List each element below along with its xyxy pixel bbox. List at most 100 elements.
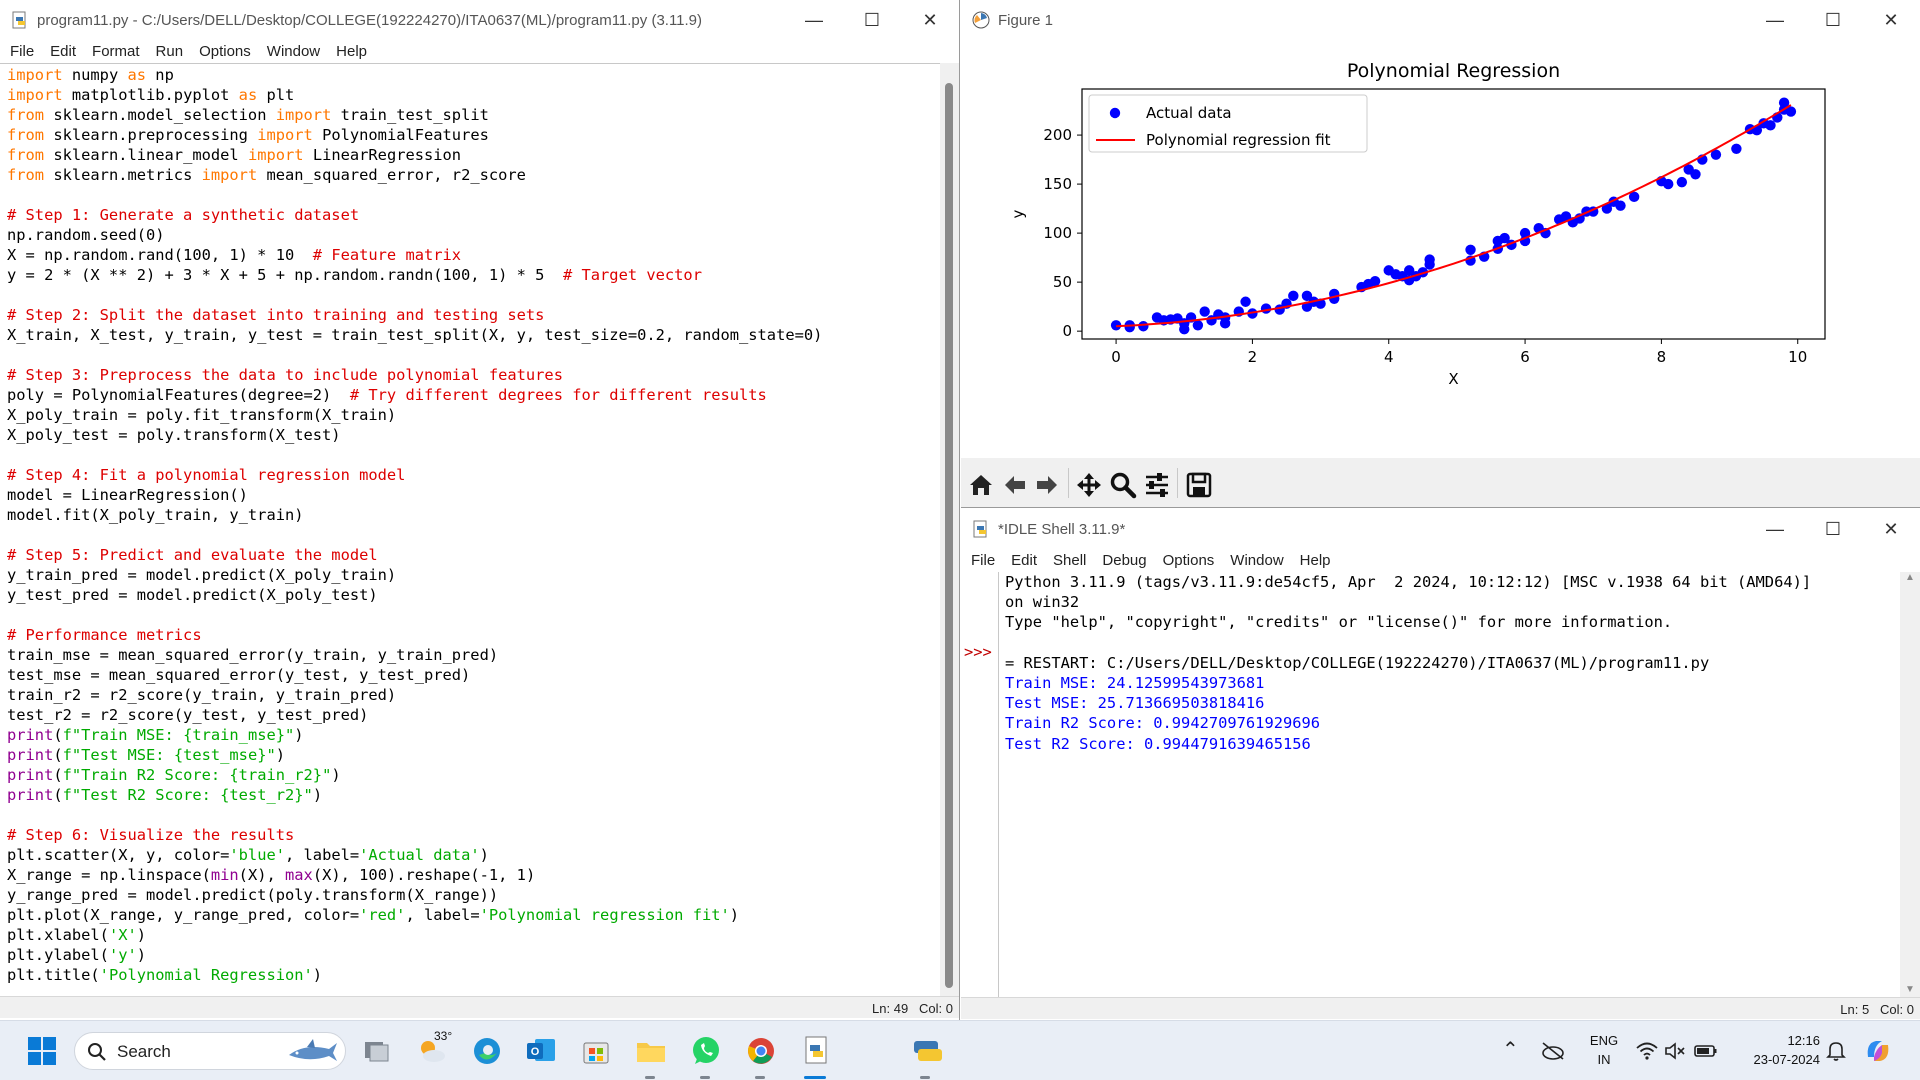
menu-window[interactable]: Window (1230, 552, 1283, 569)
minimize-button[interactable]: — (1746, 0, 1804, 40)
code-line[interactable] (7, 345, 822, 365)
code-line[interactable]: test_r2 = r2_score(y_test, y_test_pred) (7, 705, 822, 725)
battery-icon[interactable] (1694, 1042, 1718, 1060)
maximize-button[interactable]: ☐ (1804, 509, 1862, 549)
code-content[interactable]: import numpy as np import matplotlib.pypl… (7, 65, 822, 985)
notification-bell-icon[interactable] (1826, 1040, 1846, 1062)
code-line[interactable] (7, 185, 822, 205)
weather-widget[interactable]: 33° (412, 1029, 452, 1071)
figure-canvas[interactable]: Polynomial Regression 0 2 4 6 8 10 0 50 100 150 200… (961, 40, 1920, 458)
code-line[interactable]: model.fit(X_poly_train, y_train) (7, 505, 822, 525)
chrome-icon[interactable] (741, 1031, 781, 1071)
code-line[interactable] (7, 445, 822, 465)
editor-text-area[interactable]: import numpy as np import matplotlib.pypl… (0, 63, 940, 996)
clock[interactable]: 12:16 23-07-2024 (1730, 1031, 1821, 1069)
language-indicator[interactable]: ENG IN (1584, 1031, 1624, 1069)
code-line[interactable]: # Step 6: Visualize the results (7, 825, 822, 845)
code-line[interactable]: model = LinearRegression() (7, 485, 822, 505)
code-line[interactable] (7, 605, 822, 625)
whatsapp-icon[interactable] (686, 1031, 726, 1071)
menu-options[interactable]: Options (1163, 552, 1215, 569)
code-line[interactable]: # Step 1: Generate a synthetic dataset (7, 205, 822, 225)
code-line[interactable]: plt.xlabel('X') (7, 925, 822, 945)
code-line[interactable]: np.random.seed(0) (7, 225, 822, 245)
menu-help[interactable]: Help (1300, 552, 1331, 569)
code-line[interactable]: X_range = np.linspace(min(X), max(X), 10… (7, 865, 822, 885)
code-line[interactable] (7, 805, 822, 825)
menu-window[interactable]: Window (267, 43, 320, 60)
task-view-icon[interactable] (356, 1031, 396, 1071)
microsoft-store-icon[interactable] (576, 1031, 616, 1071)
editor-scrollbar[interactable] (940, 63, 959, 996)
code-line[interactable]: test_mse = mean_squared_error(y_test, y_… (7, 665, 822, 685)
menu-format[interactable]: Format (92, 43, 140, 60)
minimize-button[interactable]: — (1746, 509, 1804, 549)
code-line[interactable]: y_train_pred = model.predict(X_poly_trai… (7, 565, 822, 585)
wifi-icon[interactable] (1636, 1041, 1658, 1061)
menu-edit[interactable]: Edit (1011, 552, 1037, 569)
code-line[interactable]: import numpy as np (7, 65, 822, 85)
home-icon[interactable] (967, 471, 995, 499)
code-line[interactable]: # Performance metrics (7, 625, 822, 645)
code-line[interactable]: X = np.random.rand(100, 1) * 10 # Featur… (7, 245, 822, 265)
code-line[interactable]: # Step 5: Predict and evaluate the model (7, 545, 822, 565)
code-line[interactable]: plt.title('Polynomial Regression') (7, 965, 822, 985)
python-launcher-icon[interactable] (906, 1031, 946, 1071)
code-line[interactable]: plt.plot(X_range, y_range_pred, color='r… (7, 905, 822, 925)
shell-text-area[interactable]: Python 3.11.9 (tags/v3.11.9:de54cf5, Apr… (1000, 572, 1900, 997)
code-line[interactable]: X_train, X_test, y_train, y_test = train… (7, 325, 822, 345)
zoom-icon[interactable] (1109, 471, 1137, 499)
save-icon[interactable] (1185, 471, 1213, 499)
code-line[interactable]: print(f"Train R2 Score: {train_r2}") (7, 765, 822, 785)
shell-scrollbar[interactable]: ▲ ▼ (1900, 572, 1920, 997)
menu-shell[interactable]: Shell (1053, 552, 1086, 569)
scroll-up-arrow-icon[interactable]: ▲ (1905, 572, 1915, 583)
outlook-icon[interactable]: O (521, 1031, 561, 1071)
edge-browser-icon[interactable] (467, 1031, 507, 1071)
close-button[interactable]: ✕ (1862, 0, 1920, 40)
shell-output[interactable]: Python 3.11.9 (tags/v3.11.9:de54cf5, Apr… (1005, 572, 1811, 754)
volume-muted-icon[interactable] (1664, 1041, 1686, 1061)
taskbar-search-box[interactable]: Search (74, 1032, 346, 1070)
code-line[interactable]: y = 2 * (X ** 2) + 3 * X + 5 + np.random… (7, 265, 822, 285)
scroll-down-arrow-icon[interactable]: ▼ (1905, 984, 1915, 995)
menu-file[interactable]: File (971, 552, 995, 569)
code-line[interactable]: poly = PolynomialFeatures(degree=2) # Tr… (7, 385, 822, 405)
code-line[interactable]: # Step 4: Fit a polynomial regression mo… (7, 465, 822, 485)
code-line[interactable]: # Step 3: Preprocess the data to include… (7, 365, 822, 385)
code-line[interactable]: train_mse = mean_squared_error(y_train, … (7, 645, 822, 665)
menu-options[interactable]: Options (199, 43, 251, 60)
close-button[interactable]: ✕ (1862, 509, 1920, 549)
copilot-icon[interactable] (1862, 1035, 1894, 1067)
close-button[interactable]: ✕ (901, 0, 959, 40)
code-line[interactable]: y_test_pred = model.predict(X_poly_test) (7, 585, 822, 605)
file-explorer-icon[interactable] (631, 1031, 671, 1071)
menu-run[interactable]: Run (156, 43, 184, 60)
code-line[interactable]: from sklearn.linear_model import LinearR… (7, 145, 822, 165)
menu-debug[interactable]: Debug (1102, 552, 1146, 569)
show-hidden-icons-chevron-icon[interactable]: ⌃ (1502, 1037, 1519, 1062)
code-line[interactable]: plt.ylabel('y') (7, 945, 822, 965)
menu-file[interactable]: File (10, 43, 34, 60)
code-line[interactable]: from sklearn.metrics import mean_squared… (7, 165, 822, 185)
code-line[interactable]: X_poly_train = poly.fit_transform(X_trai… (7, 405, 822, 425)
regression-chart[interactable]: Polynomial Regression0 2 4 6 8 10050100150200… (961, 40, 1920, 458)
menu-help[interactable]: Help (336, 43, 367, 60)
pan-icon[interactable] (1075, 471, 1103, 499)
back-arrow-icon[interactable] (1001, 471, 1029, 499)
forward-arrow-icon[interactable] (1033, 471, 1061, 499)
code-line[interactable] (7, 525, 822, 545)
code-line[interactable]: import matplotlib.pyplot as plt (7, 85, 822, 105)
code-line[interactable]: X_poly_test = poly.transform(X_test) (7, 425, 822, 445)
python-idle-taskbar-icon[interactable] (796, 1031, 836, 1071)
code-line[interactable]: y_range_pred = model.predict(poly.transf… (7, 885, 822, 905)
code-line[interactable]: from sklearn.preprocessing import Polyno… (7, 125, 822, 145)
menu-edit[interactable]: Edit (50, 43, 76, 60)
code-line[interactable]: # Step 2: Split the dataset into trainin… (7, 305, 822, 325)
code-line[interactable]: print(f"Test R2 Score: {test_r2}") (7, 785, 822, 805)
maximize-button[interactable]: ☐ (1804, 0, 1862, 40)
windows-start-icon[interactable] (22, 1031, 62, 1071)
code-line[interactable] (7, 285, 822, 305)
minimize-button[interactable]: — (785, 0, 843, 40)
code-line[interactable]: from sklearn.model_selection import trai… (7, 105, 822, 125)
